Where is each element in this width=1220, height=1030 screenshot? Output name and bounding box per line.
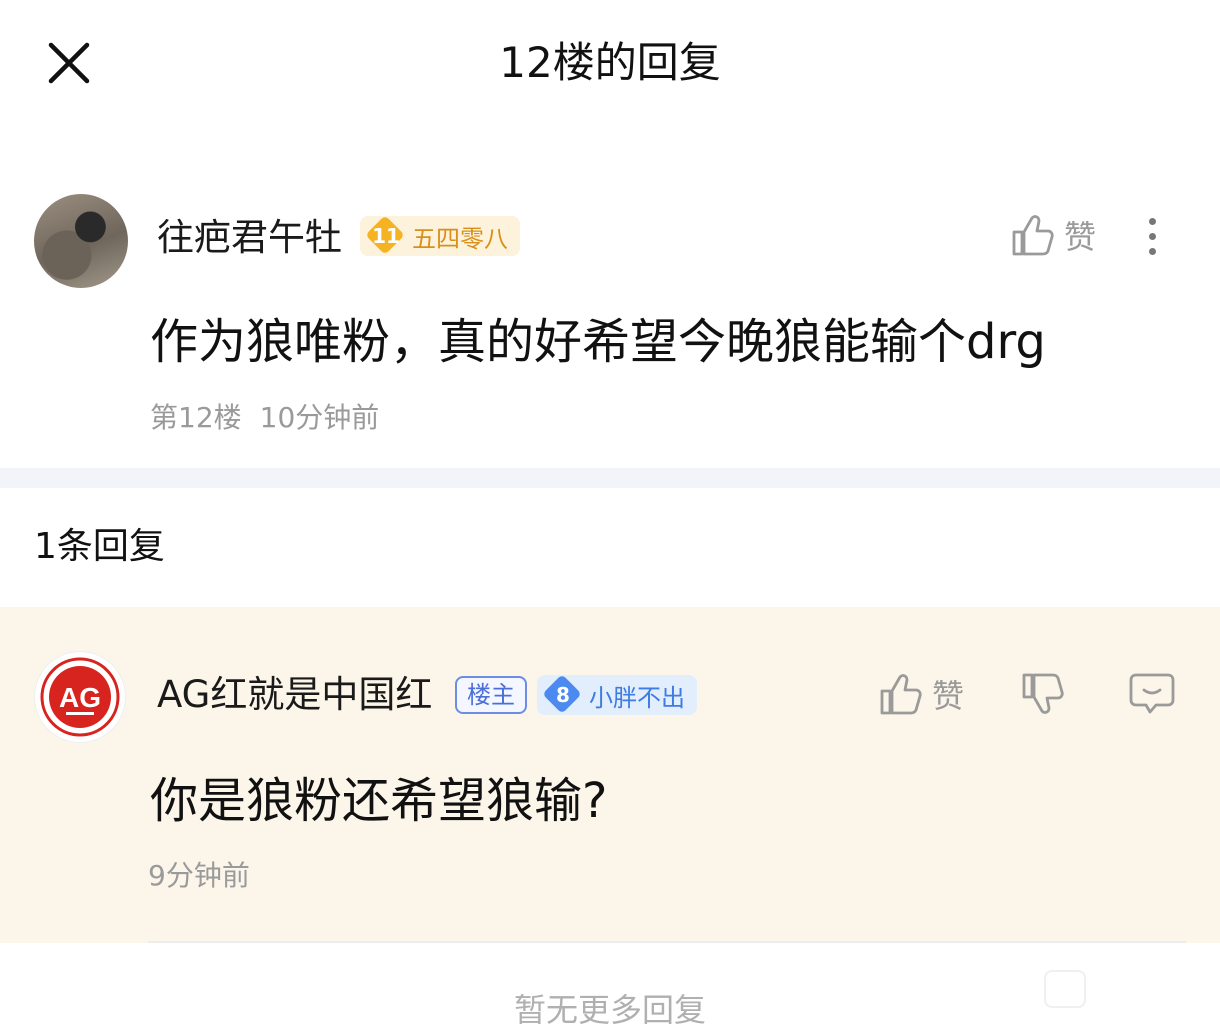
dislike-button[interactable] [1020,671,1066,725]
level-title: 五四零八 [412,224,508,253]
original-post: 往疤君午牡 11 五四零八 赞 作为狼唯粉，真的好希望今晚狼能输个drg 第12… [0,128,1220,468]
reply-count: 1条回复 [34,526,165,567]
avatar[interactable]: AG [34,651,126,743]
comment-button[interactable] [1128,671,1176,721]
like-label: 赞 [932,677,965,715]
more-dot [1148,248,1156,255]
thumbs-up-icon [880,674,922,715]
level-gem-icon: 11 [365,215,405,255]
level-gem-icon: 8 [542,674,582,714]
more-button[interactable] [1142,212,1162,262]
owner-tag: 楼主 [455,676,527,714]
page-title: 12楼的回复 [499,38,721,87]
like-label: 赞 [1064,218,1097,256]
level-badge[interactable]: 11 五四零八 [360,215,520,256]
post-username[interactable]: 往疤君午牡 [157,214,342,262]
comment-bubble-icon [1129,673,1175,714]
like-button[interactable]: 赞 [878,671,964,717]
reply-username[interactable]: AG红就是中国红 [157,671,432,719]
thumbs-down-icon [1022,673,1064,714]
section-divider [0,468,1220,488]
post-meta: 第12楼 10分钟前 [150,400,379,436]
reply-content: 你是狼粉还希望狼输? [150,773,608,829]
ag-logo-text: AG [59,682,101,713]
more-dot [1148,218,1156,225]
more-dot [1148,233,1156,240]
level-title: 小胖不出 [589,683,685,712]
header-bar: 12楼的回复 [0,0,1220,129]
like-button[interactable]: 赞 [1010,212,1096,258]
post-content: 作为狼唯粉，真的好希望今晚狼能输个drg [150,314,1046,370]
reply-item: AG AG红就是中国红 楼主 8 小胖不出 赞 你是狼粉还希望狼输? 9分钟前 [0,607,1220,943]
level-badge[interactable]: 8 小胖不出 [537,674,697,715]
reply-time: 9分钟前 [148,859,250,892]
no-more-replies: 暂无更多回复 [513,991,706,1029]
ag-logo-icon: AG [40,657,120,737]
thumbs-up-icon [1012,215,1054,256]
floor-number: 第12楼 [150,401,242,434]
avatar[interactable] [34,194,128,288]
bottom-divider [148,941,1186,943]
post-time: 10分钟前 [259,401,380,434]
